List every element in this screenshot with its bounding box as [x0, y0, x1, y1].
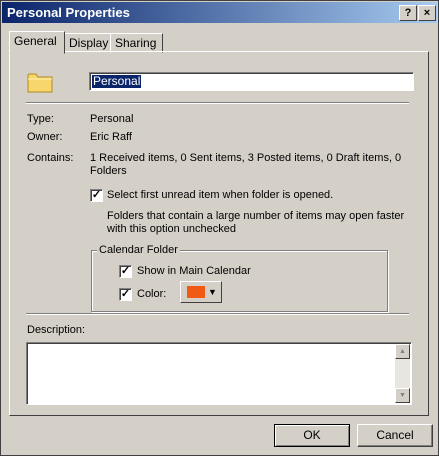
- check-icon: ✓: [120, 288, 131, 300]
- tab-sharing[interactable]: Sharing: [110, 33, 163, 53]
- show-in-calendar-label[interactable]: Show in Main Calendar: [137, 265, 251, 277]
- description-textarea[interactable]: ▲ ▼: [26, 342, 412, 405]
- scroll-down-button[interactable]: ▼: [395, 388, 410, 403]
- calendar-folder-title: Calendar Folder: [97, 244, 180, 256]
- dialog-window: Personal Properties ? × General Display …: [0, 0, 439, 456]
- select-first-label[interactable]: Select first unread item when folder is …: [107, 189, 333, 201]
- check-icon: ✓: [120, 265, 131, 277]
- select-first-checkbox[interactable]: ✓: [90, 189, 103, 202]
- color-swatch: [187, 286, 205, 298]
- type-value: Personal: [90, 113, 134, 125]
- contains-line2: Folders: [90, 165, 127, 177]
- contains-line1: 1 Received items, 0 Sent items, 3 Posted…: [90, 152, 402, 164]
- owner-label: Owner:: [27, 131, 63, 143]
- cancel-button[interactable]: Cancel: [357, 424, 433, 447]
- folder-name-field[interactable]: Personal: [89, 72, 414, 91]
- scrollbar[interactable]: ▲ ▼: [395, 344, 410, 403]
- calendar-folder-group: [91, 250, 388, 312]
- tab-general-label: General: [14, 34, 57, 48]
- owner-value: Eric Raff: [90, 131, 132, 143]
- help-button[interactable]: ?: [399, 5, 417, 21]
- contains-label: Contains:: [27, 152, 74, 164]
- tab-display-label: Display: [69, 36, 109, 50]
- description-label: Description:: [27, 324, 86, 336]
- divider: [26, 102, 409, 104]
- tab-sharing-label: Sharing: [115, 36, 157, 50]
- color-picker-button[interactable]: ▼: [180, 281, 222, 303]
- color-checkbox[interactable]: ✓: [119, 288, 132, 301]
- dropdown-arrow-icon: ▼: [208, 287, 217, 297]
- color-label[interactable]: Color:: [137, 288, 166, 300]
- tab-display[interactable]: Display: [64, 33, 112, 53]
- ok-button[interactable]: OK: [274, 424, 350, 447]
- folder-icon: [27, 73, 53, 93]
- window-title: Personal Properties: [7, 5, 130, 20]
- divider: [26, 313, 409, 315]
- folder-name-value: Personal: [92, 74, 142, 88]
- note-line2: with this option unchecked: [107, 223, 237, 235]
- show-in-calendar-checkbox[interactable]: ✓: [119, 265, 132, 278]
- title-bar[interactable]: Personal Properties ? ×: [2, 2, 437, 23]
- note-line1: Folders that contain a large number of i…: [107, 210, 405, 222]
- tab-general[interactable]: General: [9, 31, 65, 54]
- check-icon: ✓: [91, 189, 102, 201]
- type-label: Type:: [27, 113, 54, 125]
- scroll-up-button[interactable]: ▲: [395, 344, 410, 359]
- close-button[interactable]: ×: [418, 5, 436, 21]
